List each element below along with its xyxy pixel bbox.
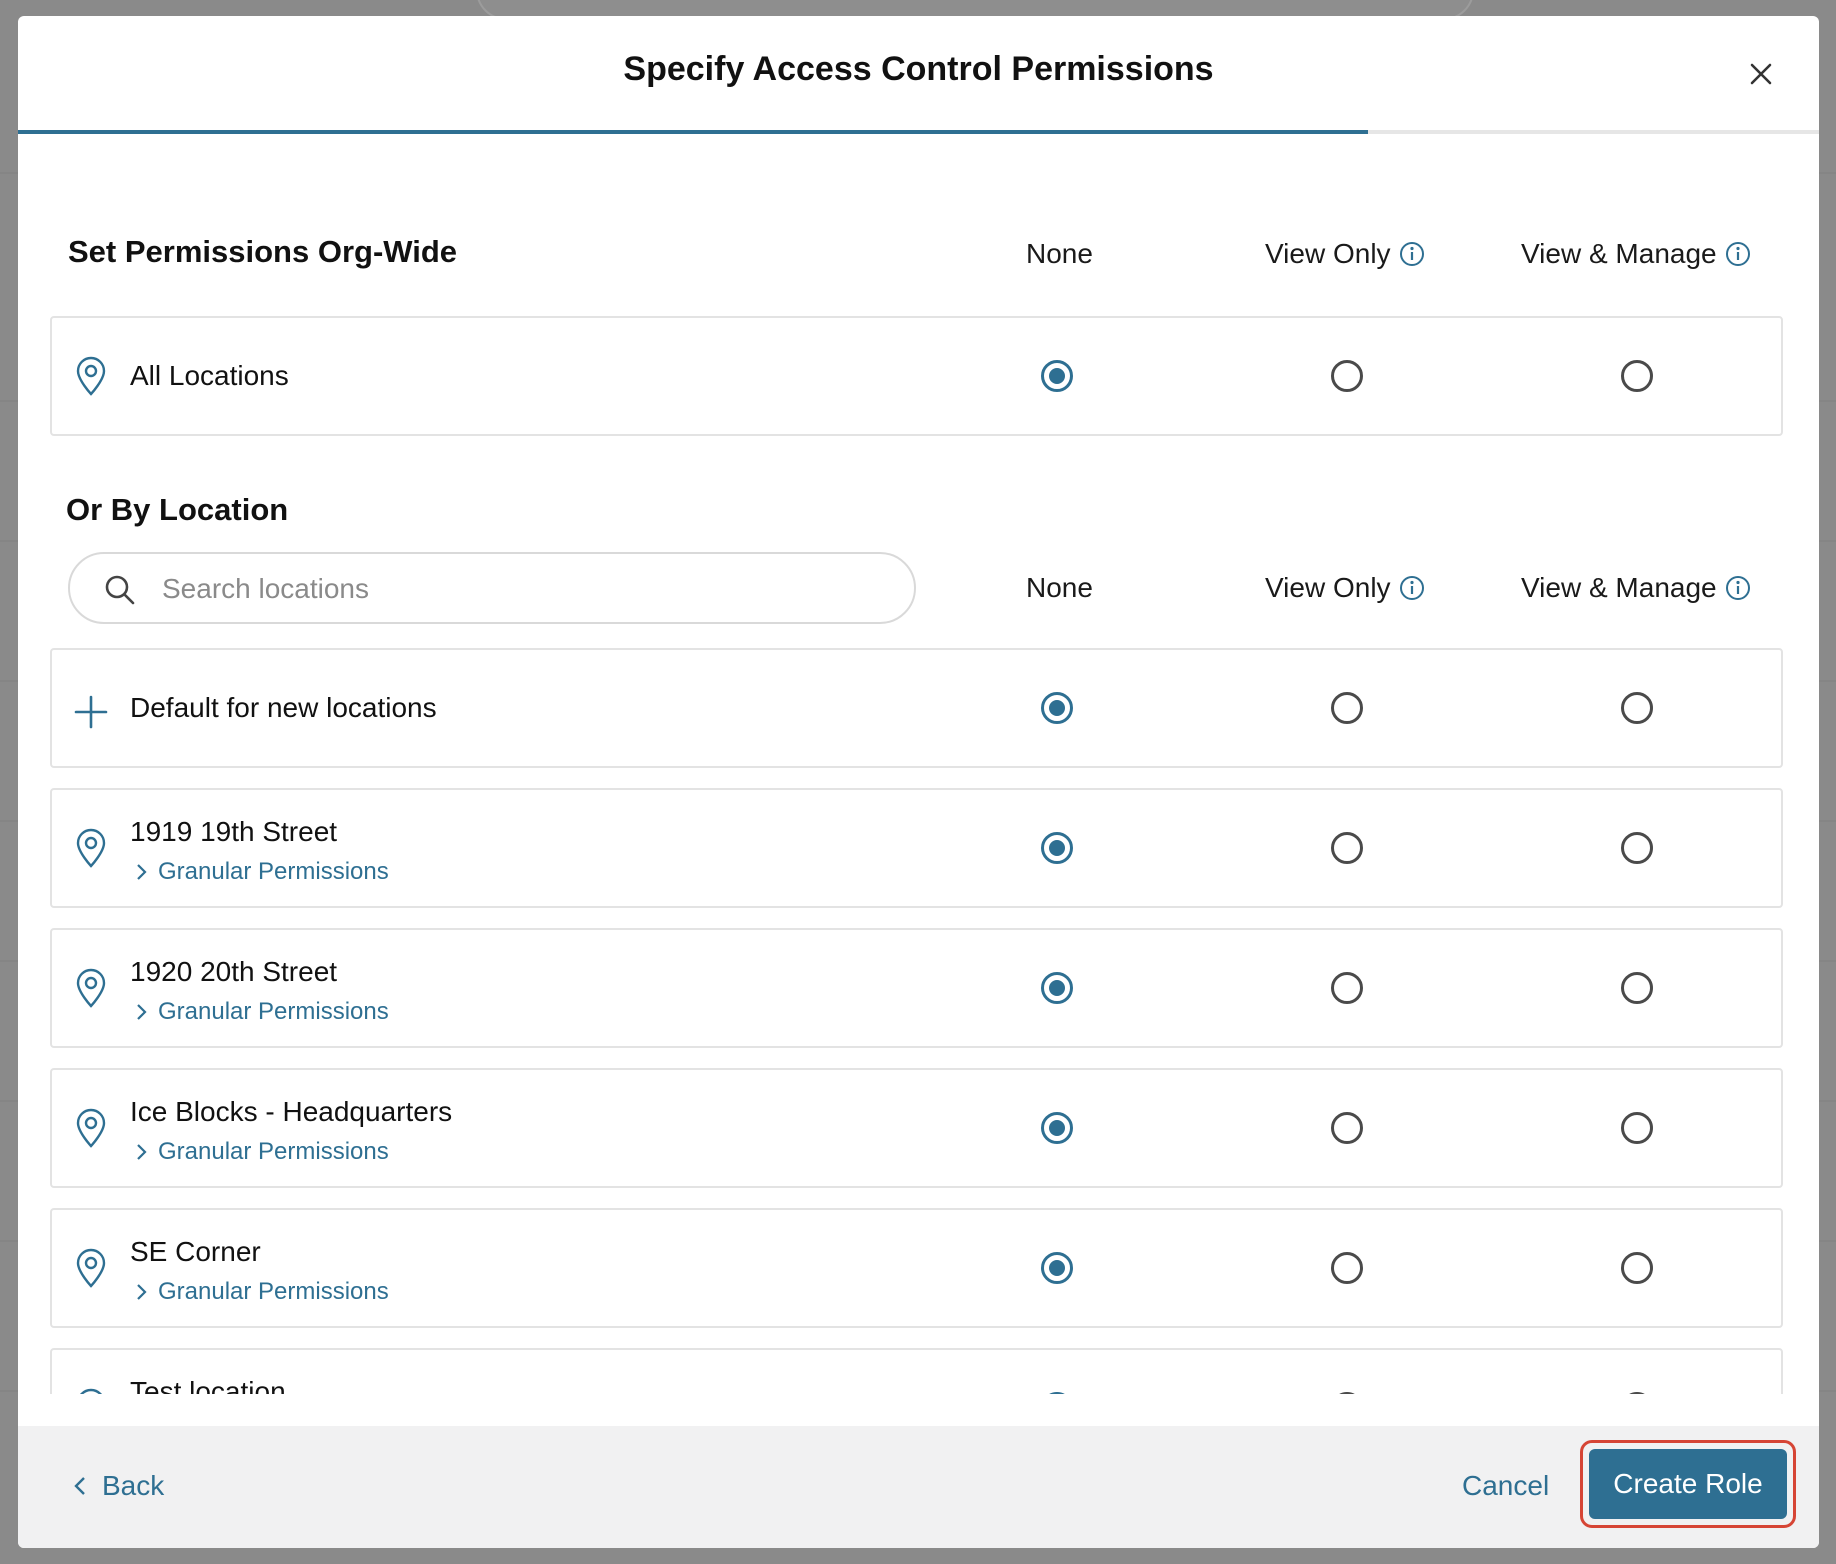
radio-view-manage[interactable] [1621, 692, 1653, 724]
chevron-left-icon [74, 1477, 85, 1495]
row-label: Default for new locations [130, 692, 437, 723]
radio-none[interactable] [1041, 360, 1073, 392]
granular-permissions-link[interactable]: Granular Permissions [136, 1138, 389, 1166]
cancel-button[interactable]: Cancel [1462, 1470, 1549, 1502]
radio-view-only[interactable] [1331, 972, 1363, 1004]
modal-title: Specify Access Control Permissions [623, 50, 1214, 88]
chevron-right-icon [137, 1284, 147, 1300]
modal-header: Specify Access Control Permissions [18, 16, 1819, 134]
close-icon[interactable] [1743, 56, 1779, 92]
info-icon[interactable] [1399, 241, 1425, 267]
create-role-highlight: Create Role [1580, 1440, 1796, 1528]
location-name: 1920 20th Street [130, 956, 338, 987]
search-locations-field[interactable] [68, 552, 916, 624]
location-pin-icon [76, 356, 106, 396]
create-role-button[interactable]: Create Role [1589, 1449, 1787, 1519]
location-pin-icon [80, 1388, 102, 1394]
col-none: None [1026, 572, 1093, 603]
radio-view-manage[interactable] [1621, 360, 1653, 392]
radio-view-only[interactable] [1331, 360, 1363, 392]
radio-none[interactable] [1041, 692, 1073, 724]
radio-view-manage[interactable] [1621, 1392, 1653, 1394]
chevron-right-icon [137, 864, 147, 880]
radio-none[interactable] [1041, 832, 1073, 864]
info-icon[interactable] [1725, 575, 1751, 601]
search-input[interactable] [160, 566, 884, 612]
location-name: 1919 19th Street [130, 816, 338, 847]
modal-body: Set Permissions Org-Wide None View Only … [18, 134, 1819, 1394]
radio-view-manage[interactable] [1621, 972, 1653, 1004]
location-name: Ice Blocks - Headquarters [130, 1096, 453, 1127]
row-all-locations: All Locations [50, 316, 1783, 436]
location-row: Test location [50, 1348, 1783, 1394]
location-row: Ice Blocks - Headquarters Granular Permi… [50, 1068, 1783, 1188]
radio-view-only[interactable] [1331, 1392, 1363, 1394]
location-name: Test location [130, 1376, 286, 1394]
modal-footer: Back Cancel Create Role [18, 1426, 1819, 1548]
radio-none[interactable] [1041, 1112, 1073, 1144]
radio-view-only[interactable] [1331, 1112, 1363, 1144]
col-view-only: View Only [1265, 238, 1425, 270]
scroll-clip: Test location [18, 1348, 1819, 1394]
location-row: SE Corner Granular Permissions [50, 1208, 1783, 1328]
org-wide-title: Set Permissions Org-Wide [68, 234, 458, 269]
permissions-modal: Specify Access Control Permissions Set P… [18, 16, 1819, 1548]
col-view-manage: View & Manage [1521, 572, 1751, 604]
radio-none[interactable] [1041, 1392, 1073, 1394]
location-pin-icon [76, 1108, 106, 1148]
row-label: All Locations [130, 360, 289, 391]
granular-permissions-link[interactable]: Granular Permissions [136, 998, 389, 1026]
chevron-right-icon [137, 1004, 147, 1020]
col-view-only: View Only [1265, 572, 1425, 604]
location-pin-icon [76, 968, 106, 1008]
back-button[interactable]: Back [74, 1470, 164, 1502]
radio-view-manage[interactable] [1621, 1112, 1653, 1144]
search-icon [105, 575, 135, 605]
granular-permissions-link[interactable]: Granular Permissions [136, 1278, 389, 1306]
info-icon[interactable] [1399, 575, 1425, 601]
chevron-right-icon [137, 1144, 147, 1160]
info-icon[interactable] [1725, 241, 1751, 267]
col-none: None [1026, 238, 1093, 269]
col-view-manage: View & Manage [1521, 238, 1751, 270]
location-pin-icon [76, 1248, 106, 1288]
location-row: 1919 19th Street Granular Permissions [50, 788, 1783, 908]
radio-view-only[interactable] [1331, 832, 1363, 864]
radio-view-only[interactable] [1331, 1252, 1363, 1284]
location-row: 1920 20th Street Granular Permissions [50, 928, 1783, 1048]
radio-view-manage[interactable] [1621, 832, 1653, 864]
plus-icon [74, 695, 108, 729]
radio-none[interactable] [1041, 972, 1073, 1004]
granular-permissions-link[interactable]: Granular Permissions [136, 858, 389, 886]
radio-none[interactable] [1041, 1252, 1073, 1284]
radio-view-manage[interactable] [1621, 1252, 1653, 1284]
by-location-title: Or By Location [66, 492, 289, 527]
radio-view-only[interactable] [1331, 692, 1363, 724]
location-name: SE Corner [130, 1236, 261, 1267]
location-pin-icon [76, 828, 106, 868]
row-default-new-locations: Default for new locations [50, 648, 1783, 768]
